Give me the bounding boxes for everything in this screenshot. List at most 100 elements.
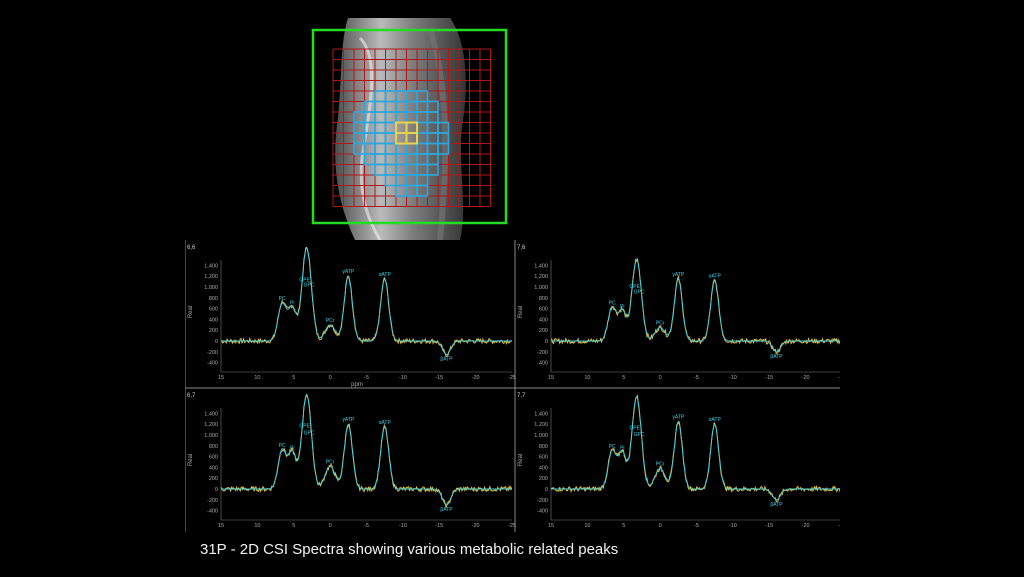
spectrum-line xyxy=(220,246,513,358)
y-tick-label: 800 xyxy=(539,296,548,302)
peak-label: PCr xyxy=(656,321,665,327)
peak-label: γATP xyxy=(342,269,355,275)
y-tick-label: 0 xyxy=(545,487,548,493)
spectrum-line xyxy=(550,394,840,503)
x-tick-label: 10 xyxy=(254,375,260,381)
peak-label: βATP xyxy=(770,354,783,360)
y-tick-label: -200 xyxy=(207,498,218,504)
y-tick-label: 1,400 xyxy=(204,263,218,269)
spectrum-panel: 6,6 Real ppm 1,400 1,200 1,000 800 600 400 200 0 -2… xyxy=(187,245,516,388)
x-tick-label: 15 xyxy=(548,375,554,381)
peak-label: Pi xyxy=(620,445,624,451)
peak-label: Pi xyxy=(290,301,294,307)
peak-label: GPC xyxy=(634,290,645,296)
fit-line xyxy=(221,247,512,355)
x-tick-label: 10 xyxy=(254,523,260,529)
peak-label: Pi xyxy=(620,304,624,310)
fit-line xyxy=(551,258,840,353)
fit-line xyxy=(221,393,512,506)
x-tick-label: -15 xyxy=(435,375,443,381)
y-axis-label: Real xyxy=(518,306,524,318)
y-tick-label: 600 xyxy=(539,455,548,461)
y-tick-label: 1,400 xyxy=(534,263,548,269)
x-tick-label: 10 xyxy=(584,375,590,381)
peak-label: αATP xyxy=(709,274,722,280)
y-tick-label: -400 xyxy=(207,361,218,367)
x-axis-label: ppm xyxy=(351,382,363,388)
peak-label: PCr xyxy=(656,461,665,467)
spectra-panels: 6,6 Real ppm 1,400 1,200 1,000 800 600 400 200 0 -2… xyxy=(185,240,840,532)
spectrum-panel: 7,6Real1,4001,2001,0008006004002000-200-… xyxy=(517,245,840,381)
peak-label: βATP xyxy=(440,357,453,363)
y-axis-label: Real xyxy=(188,306,194,318)
x-tick-label: 0 xyxy=(329,523,332,529)
fit-line xyxy=(551,395,840,501)
y-tick-label: 1,200 xyxy=(204,274,218,280)
y-tick-label: 400 xyxy=(209,465,218,471)
panel-label: 6,6 xyxy=(187,245,196,251)
x-tick-label: 0 xyxy=(329,375,332,381)
mri-csi-grid-image xyxy=(311,18,508,240)
y-axis-label: Real xyxy=(188,454,194,466)
x-tick-label: -25 xyxy=(838,375,840,381)
x-tick-label: -5 xyxy=(364,375,369,381)
y-tick-label: -400 xyxy=(537,361,548,367)
y-tick-label: 1,200 xyxy=(534,274,548,280)
y-tick-label: -200 xyxy=(537,350,548,356)
peak-label: γATP xyxy=(672,272,685,278)
peak-label: GPC xyxy=(634,432,645,438)
x-tick-label: -25 xyxy=(508,375,516,381)
x-tick-label: 5 xyxy=(622,375,625,381)
x-tick-label: -5 xyxy=(694,523,699,529)
y-tick-label: 1,000 xyxy=(534,285,548,291)
x-tick-label: -20 xyxy=(472,523,480,529)
x-tick-label: 0 xyxy=(659,375,662,381)
peak-label: αATP xyxy=(379,420,392,426)
x-tick-label: -10 xyxy=(399,375,407,381)
x-tick-label: -15 xyxy=(765,523,773,529)
peak-label: GPE xyxy=(629,425,640,431)
y-tick-label: 800 xyxy=(209,296,218,302)
y-axis-label: Real xyxy=(518,454,524,466)
x-tick-label: 15 xyxy=(548,523,554,529)
peak-label: PC xyxy=(279,443,286,449)
panel-label: 7,7 xyxy=(517,393,526,399)
x-tick-label: -25 xyxy=(838,523,840,529)
x-tick-label: -20 xyxy=(802,375,810,381)
x-tick-label: 0 xyxy=(659,523,662,529)
y-tick-label: 200 xyxy=(209,328,218,334)
peak-label: PCr xyxy=(326,459,335,465)
peak-label: PCr xyxy=(326,318,335,324)
x-tick-label: 5 xyxy=(292,523,295,529)
peak-label: αATP xyxy=(709,417,722,423)
x-tick-label: -20 xyxy=(802,523,810,529)
x-tick-label: -10 xyxy=(729,523,737,529)
peak-label: γATP xyxy=(672,415,685,421)
x-tick-label: -15 xyxy=(435,523,443,529)
x-tick-label: 5 xyxy=(292,375,295,381)
spectrum-line xyxy=(550,257,840,355)
y-tick-label: 1,400 xyxy=(534,411,548,417)
y-tick-label: 600 xyxy=(539,307,548,313)
x-tick-label: -15 xyxy=(765,375,773,381)
x-tick-label: -5 xyxy=(694,375,699,381)
peak-label: γATP xyxy=(342,417,355,423)
x-tick-label: -25 xyxy=(508,523,516,529)
x-tick-label: -20 xyxy=(472,375,480,381)
spectrum-panel: 6,7Real1,4001,2001,0008006004002000-200-… xyxy=(187,393,516,529)
y-tick-label: -400 xyxy=(207,509,218,515)
peak-label: αATP xyxy=(379,272,392,278)
y-tick-label: 1,000 xyxy=(204,285,218,291)
peak-label: PC xyxy=(609,301,616,307)
x-tick-label: -5 xyxy=(364,523,369,529)
peak-label: βATP xyxy=(770,502,783,508)
x-tick-label: 10 xyxy=(584,523,590,529)
x-tick-label: 5 xyxy=(622,523,625,529)
y-tick-label: 800 xyxy=(539,444,548,450)
x-tick-label: 15 xyxy=(218,523,224,529)
y-tick-label: 1,400 xyxy=(204,411,218,417)
peak-label: Pi xyxy=(290,445,294,451)
panel-label: 7,6 xyxy=(517,245,526,251)
y-tick-label: 1,000 xyxy=(534,433,548,439)
y-tick-label: 600 xyxy=(209,455,218,461)
